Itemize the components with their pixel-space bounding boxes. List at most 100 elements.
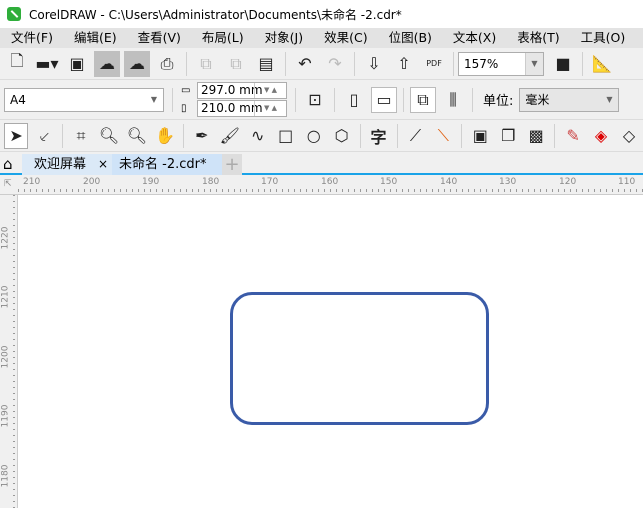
ellipse-tool-icon[interactable]: ○ [302, 123, 326, 149]
pen-tool-icon[interactable]: ✒ [190, 123, 214, 149]
separator [186, 51, 187, 76]
print-icon[interactable]: ⎙ [154, 51, 180, 77]
contour-tool-icon[interactable]: ▣ [468, 123, 492, 149]
fill-tool-icon[interactable]: ◈ [589, 123, 613, 149]
ruler-label: 1220 [0, 226, 11, 250]
rounded-rectangle-shape[interactable] [230, 292, 489, 425]
page-width-input[interactable]: 297.0 mm ▼ ▲ [197, 82, 287, 99]
separator [354, 51, 355, 76]
redo-icon[interactable]: ↷ [322, 51, 348, 77]
tab-label: 未命名 -2.cdr* [119, 157, 207, 172]
dimension-tool-icon[interactable]: ⟋ [403, 123, 427, 149]
all-pages-icon[interactable]: ⧉ [410, 86, 436, 113]
text-tool-icon[interactable]: 字 [367, 123, 391, 149]
spinner[interactable]: ▼ ▲ [254, 83, 286, 98]
menu-edit[interactable]: 编辑(E) [63, 28, 127, 48]
open-folder-icon[interactable]: ▬▾ [34, 51, 60, 77]
paste-icon[interactable]: ▤ [253, 51, 279, 77]
crop-tool-icon[interactable]: ⌗ [69, 123, 93, 149]
cloud-upload-icon[interactable]: ☁ [124, 50, 150, 77]
ruler-label: 110 [618, 177, 636, 187]
undo-icon[interactable]: ↶ [292, 51, 318, 77]
units-label: 单位: [483, 94, 514, 109]
standard-toolbar: 🗋 ▬▾ ▣ ☁ ☁ ⎙ ⧉ ⧉ ▤ ↶ ↷ ⇩ ⇧ PDF 157% ▼ ■ … [0, 48, 643, 80]
menu-bitmaps[interactable]: 位图(B) [378, 28, 442, 48]
pan-tool-icon[interactable]: ✋ [153, 123, 177, 149]
separator [295, 87, 296, 112]
save-icon[interactable]: ▣ [64, 51, 90, 77]
shape-tool-icon[interactable]: ⸔ [32, 123, 56, 149]
menu-text[interactable]: 文本(X) [442, 28, 506, 48]
page-height-icon: ▯ [181, 103, 187, 114]
connector-tool-icon[interactable]: ⟍ [431, 123, 455, 149]
separator [554, 123, 556, 148]
separator [359, 123, 361, 148]
ruler-label: 190 [142, 177, 160, 187]
spinner[interactable]: ▼ ▲ [254, 101, 286, 116]
separator [461, 123, 463, 148]
vertical-ruler[interactable]: 1220 1210 1200 1190 1180 [0, 195, 18, 508]
eyedropper-tool-icon[interactable]: ✎ [561, 123, 585, 149]
outline-tool-icon[interactable]: ◇ [617, 123, 641, 149]
menu-file[interactable]: 文件(F) [0, 28, 63, 48]
menu-bar: 文件(F) 编辑(E) 查看(V) 布局(L) 对象(J) 效果(C) 位图(B… [0, 28, 643, 48]
polygon-tool-icon[interactable]: ⬡ [330, 123, 354, 149]
menu-tools[interactable]: 工具(O) [570, 28, 636, 48]
brush-tool-icon[interactable]: 🖌︎ [218, 123, 242, 149]
import-icon[interactable]: ⇩ [361, 51, 387, 77]
separator [182, 123, 184, 148]
ruler-origin-icon[interactable]: ⇱ [4, 179, 12, 189]
menu-effects[interactable]: 效果(C) [313, 28, 377, 48]
new-document-icon[interactable]: 🗋 [4, 51, 30, 77]
copy-icon[interactable]: ⧉ [223, 51, 249, 77]
window-title: CorelDRAW - C:\Users\Administrator\Docum… [29, 7, 402, 22]
drop-shadow-tool-icon[interactable]: ❐ [496, 123, 520, 149]
close-icon[interactable]: × [98, 154, 108, 175]
menu-table[interactable]: 表格(T) [506, 28, 569, 48]
zoom-level-select[interactable]: 157% ▼ [458, 51, 544, 76]
chevron-down-icon[interactable]: ▼ [145, 88, 163, 111]
menu-view[interactable]: 查看(V) [127, 28, 191, 48]
ruler-label: 120 [559, 177, 577, 187]
menu-layout[interactable]: 布局(L) [191, 28, 254, 48]
units-select[interactable]: 毫米 ▼ [519, 87, 620, 112]
chevron-down-icon[interactable]: ▼ [600, 88, 619, 111]
landscape-icon[interactable]: ▭ [371, 86, 397, 113]
portrait-icon[interactable]: ▯ [341, 87, 367, 113]
page-size-select[interactable]: A4 ▼ [4, 87, 164, 112]
separator [172, 87, 173, 112]
freehand-tool-icon[interactable]: ∿ [246, 123, 270, 149]
ruler-label: 170 [261, 177, 279, 187]
property-bar: A4 ▼ ▭ 297.0 mm ▼ ▲ ▯ 210.0 mm ▼ ▲ ⊡ ▯ ▭ ⧉… [0, 80, 643, 120]
cloud-download-icon[interactable]: ☁ [94, 50, 120, 77]
transparency-tool-icon[interactable]: ▩ [524, 123, 548, 149]
ruler-ticks [18, 189, 643, 192]
export-icon[interactable]: ⇧ [391, 51, 417, 77]
options-icon[interactable]: 📐 [589, 51, 615, 77]
page-height-input[interactable]: 210.0 mm ▼ ▲ [197, 100, 287, 117]
units-value: 毫米 [525, 93, 550, 107]
add-tab-button[interactable]: + [222, 154, 242, 175]
separator [453, 51, 454, 76]
zoom-tool-icon[interactable]: 🔍︎ [97, 123, 121, 149]
cut-icon[interactable]: ⧉ [193, 51, 219, 77]
current-page-icon[interactable]: ⫼ [440, 87, 466, 113]
ruler-label: 150 [380, 177, 398, 187]
horizontal-ruler[interactable]: ⇱ 210 200 190 180 170 160 150 140 130 12… [0, 175, 643, 195]
separator [62, 123, 64, 148]
chevron-down-icon[interactable]: ▼ [525, 52, 543, 75]
tab-welcome-screen[interactable]: 欢迎屏幕 × [22, 154, 112, 175]
menu-object[interactable]: 对象(J) [254, 28, 313, 48]
scale-transform-icon[interactable]: ⊡ [302, 87, 328, 113]
full-screen-icon[interactable]: ■ [550, 51, 576, 77]
ruler-label: 160 [321, 177, 339, 187]
separator [472, 87, 473, 112]
tab-document[interactable]: 未命名 -2.cdr* [112, 154, 222, 175]
ruler-label: 200 [83, 177, 101, 187]
zoom-out-tool-icon[interactable]: 🔍︎ [125, 123, 149, 149]
pdf-icon[interactable]: PDF [421, 51, 447, 77]
ruler-label: 130 [499, 177, 517, 187]
pick-tool-icon[interactable]: ➤ [4, 122, 29, 149]
rectangle-tool-icon[interactable]: □ [274, 123, 298, 149]
home-icon[interactable]: ⌂ [3, 154, 13, 175]
